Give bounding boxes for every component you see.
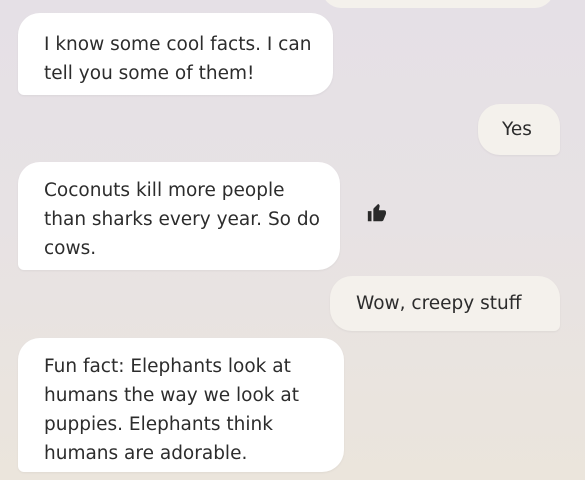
message-text: Wow, creepy stuff [356,293,522,314]
message-bubble-bot: Coconuts kill more people than sharks ev… [18,162,340,270]
message-bubble-user-partial [322,0,554,8]
message-bubble-user: Wow, creepy stuff [330,276,560,331]
message-text: Yes [502,119,532,140]
message-bubble-user: Yes [478,104,560,155]
chat-area: I know some cool facts. I can tell you s… [0,0,585,480]
thumbs-up-icon[interactable] [366,202,388,224]
message-bubble-bot: Fun fact: Elephants look at humans the w… [18,338,344,472]
message-text: Fun fact: Elephants look at humans the w… [44,356,299,464]
message-bubble-bot: I know some cool facts. I can tell you s… [18,13,333,95]
message-text: I know some cool facts. I can tell you s… [44,34,312,84]
message-text: Coconuts kill more people than sharks ev… [44,180,320,259]
